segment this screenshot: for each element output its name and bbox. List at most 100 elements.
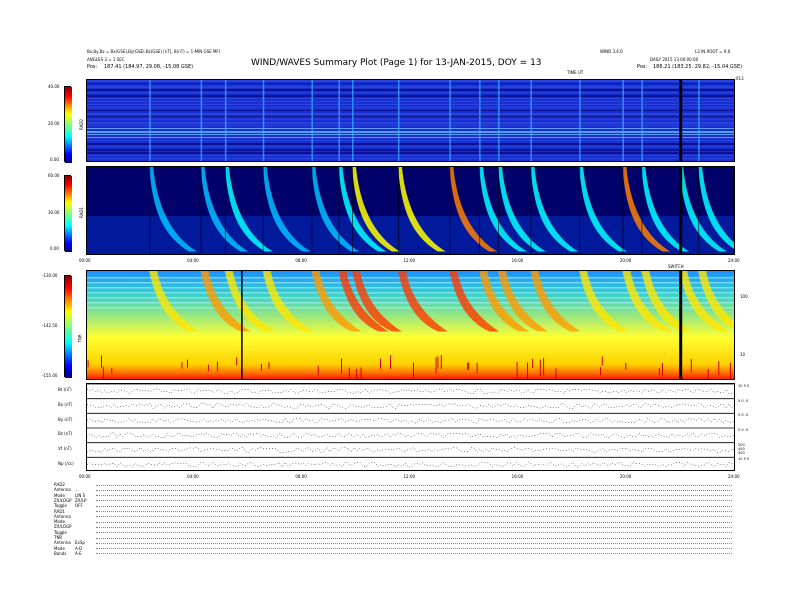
time-tick-label: 20:00: [619, 474, 632, 479]
tnr-colorbar: [64, 275, 72, 378]
header-line2: ANGLES 3 = 1 SEC: [87, 57, 125, 62]
tnr-spike: [539, 359, 541, 377]
rad2-burst: [498, 80, 500, 161]
rad1-burst-edge: [579, 167, 581, 254]
tnr-spike: [555, 368, 557, 379]
tnr-spike: [526, 362, 528, 379]
mode-row-dots: [96, 500, 732, 502]
tnr-spike: [360, 367, 362, 379]
tnr-spike: [379, 358, 381, 369]
tnr-spike: [317, 365, 319, 376]
tnr-spike: [268, 362, 270, 369]
pos-left-value: 187.41 (184.97, 29.08, -15.08 GSE): [104, 64, 194, 70]
rad1-tick-top: 60.00: [48, 173, 60, 178]
tnr-spike: [348, 367, 350, 379]
tnr-spike: [532, 358, 534, 368]
mode-row-dots: [96, 511, 732, 512]
rad1-burst-edge: [479, 167, 481, 254]
mode-value: LIN S: [75, 492, 86, 498]
rad2-band: [87, 86, 734, 88]
rad2-band: [87, 128, 734, 129]
time-tick-label: 12:00: [403, 474, 416, 479]
tnr-spike: [435, 357, 437, 374]
mode-row-dots: [96, 516, 732, 518]
tnr-band: [87, 277, 734, 279]
mode-row-dots: [96, 537, 732, 539]
rad2-band: [87, 95, 734, 97]
tnr-spectrogram: [86, 270, 735, 380]
tnr-tick-mid: -142.50: [42, 323, 58, 328]
rad1-burst-edge: [397, 167, 399, 254]
tnr-spike: [476, 362, 478, 374]
trace-right-ticks: 10 5 0: [738, 384, 750, 388]
rad1-burst-edge: [311, 167, 313, 254]
time-tick-label: 04:00: [187, 258, 199, 263]
rad2-band: [87, 149, 734, 151]
tnr-spike: [207, 364, 209, 372]
pos-right-label: Pos:: [637, 64, 648, 70]
time-tick-label: 00:00: [79, 474, 91, 479]
tnr-spike: [601, 356, 603, 366]
tnr-tick-bot: -155.00: [42, 373, 58, 378]
time-tick-label: 12:00: [403, 258, 416, 263]
tnr-spike: [390, 355, 392, 370]
trace-line: [87, 432, 734, 439]
rad1-burst-edge: [352, 167, 354, 254]
tnr-band: [87, 282, 734, 284]
time-tick-label: 00:00: [79, 258, 91, 263]
tnr-spike: [216, 361, 218, 372]
rad2-burst: [530, 80, 532, 161]
rad2-band: [87, 140, 734, 141]
tnr-spike: [690, 358, 692, 373]
time-tick-label: 24:00: [728, 474, 740, 479]
rad2-band: [87, 116, 734, 117]
rad2-band: [87, 110, 734, 111]
tnr-spike: [437, 356, 439, 369]
trace-label: Np (/cc): [58, 460, 74, 466]
rad2-band: [87, 104, 734, 105]
tnr-spike: [516, 362, 518, 379]
tnr-spike: [729, 362, 731, 379]
mode-key: RAD1: [54, 508, 65, 514]
tnr-spike: [101, 355, 103, 368]
rad2-label: RAD2: [78, 119, 84, 130]
mode-key: Antenna: [54, 540, 71, 546]
time-axis-label: TIME UT: [567, 70, 584, 75]
mode-row-dots: [96, 521, 732, 523]
mode-key: Toggle: [54, 529, 67, 535]
rad2-band: [87, 83, 734, 84]
tnr-spike: [236, 357, 238, 366]
rad1-burst-edge: [449, 167, 451, 254]
tnr-data-gap: [679, 271, 683, 379]
header-line1: Bx,By,Bz = Bx(GSE),By(GSE),Bz(GSE) [nT],…: [87, 49, 220, 54]
rad1-burst-edge: [622, 167, 624, 254]
rad2-burst: [397, 80, 400, 161]
rad1-burst-edge: [224, 167, 226, 254]
tnr-freq-tick-10: 10: [740, 352, 746, 357]
mode-key: ZX/LOGP: [54, 497, 72, 503]
tnr-spike: [87, 360, 89, 368]
tnr-spike: [718, 361, 720, 376]
rad2-band: [87, 119, 734, 120]
rad1-burst-edge: [338, 167, 340, 254]
trace-label: Vt (nT): [58, 446, 72, 451]
mode-value: OFF: [75, 503, 83, 509]
rad2-band: [87, 89, 734, 91]
pos-left-label: Pos:: [87, 64, 98, 70]
tnr-spike: [341, 358, 343, 374]
rad2-tick-top: 40.00: [48, 84, 60, 89]
header-right-1b: L3 IN ROOT = 9.0: [695, 49, 731, 54]
header-right-2: DAILY 2015 13 00:00:00: [650, 57, 699, 62]
rad2-band: [87, 155, 734, 156]
mode-key: Antenna: [54, 513, 71, 519]
rad2-tick-bot: 0.00: [50, 157, 59, 162]
rad2-band: [87, 131, 734, 133]
rad1-burst-edge: [200, 167, 202, 254]
rad1-label: RAD1: [78, 207, 84, 218]
rad1-burst-edge: [149, 167, 151, 254]
tnr-spike: [468, 362, 470, 370]
tnr-spike: [260, 363, 262, 371]
tnr-spike: [658, 367, 660, 375]
mfi-traces-panel: [86, 383, 735, 471]
time-tick-label: 04:00: [187, 474, 199, 479]
